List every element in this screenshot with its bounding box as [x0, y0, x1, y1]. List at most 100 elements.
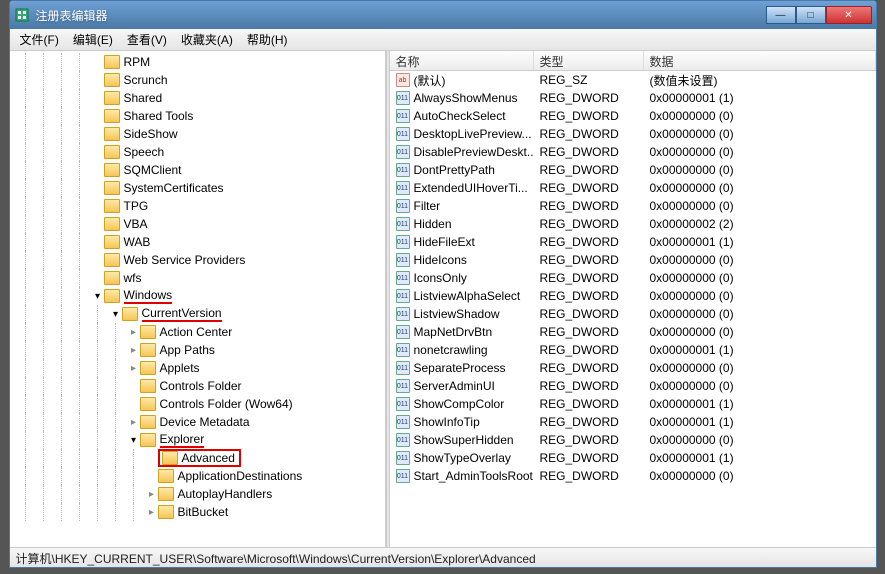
tree-label[interactable]: Controls Folder (Wow64) — [160, 397, 293, 411]
tree-node[interactable]: Scrunch — [12, 71, 385, 89]
value-row[interactable]: 011DontPrettyPathREG_DWORD0x00000000 (0) — [390, 161, 876, 179]
expand-icon[interactable]: ▸ — [128, 345, 140, 356]
value-row[interactable]: ab(默认)REG_SZ(数值未设置) — [390, 71, 876, 89]
tree-node[interactable]: ▸ Applets — [12, 359, 385, 377]
tree-label[interactable]: SQMClient — [124, 163, 182, 177]
tree-node[interactable]: ApplicationDestinations — [12, 467, 385, 485]
tree-node[interactable]: ▸ App Paths — [12, 341, 385, 359]
value-row[interactable]: 011MapNetDrvBtnREG_DWORD0x00000000 (0) — [390, 323, 876, 341]
tree-label[interactable]: Scrunch — [124, 73, 168, 87]
tree-node[interactable]: Controls Folder — [12, 377, 385, 395]
tree-label[interactable]: AutoplayHandlers — [178, 487, 273, 501]
tree-panel[interactable]: RPM Scrunch Shared Shared Tools SideShow Spee… — [10, 51, 386, 547]
minimize-button[interactable]: — — [766, 6, 796, 24]
value-row[interactable]: 011ShowSuperHiddenREG_DWORD0x00000000 (0… — [390, 431, 876, 449]
value-row[interactable]: 011HideFileExtREG_DWORD0x00000001 (1) — [390, 233, 876, 251]
folder-icon — [104, 73, 120, 87]
header-type[interactable]: 类型 — [534, 51, 644, 70]
tree-label[interactable]: Shared — [124, 91, 163, 105]
tree-label[interactable]: VBA — [124, 217, 148, 231]
expand-icon[interactable]: ▸ — [146, 507, 158, 518]
values-list[interactable]: 名称 类型 数据 ab(默认)REG_SZ(数值未设置)011AlwaysSho… — [390, 51, 876, 547]
tree-label[interactable]: SideShow — [124, 127, 178, 141]
expand-icon[interactable]: ▸ — [128, 327, 140, 338]
tree-node[interactable]: VBA — [12, 215, 385, 233]
value-row[interactable]: 011Start_AdminToolsRootREG_DWORD0x000000… — [390, 467, 876, 485]
maximize-button[interactable]: □ — [796, 6, 826, 24]
tree-node[interactable]: Shared Tools — [12, 107, 385, 125]
value-row[interactable]: 011nonetcrawlingREG_DWORD0x00000001 (1) — [390, 341, 876, 359]
menu-view[interactable]: 查看(V) — [121, 29, 173, 50]
tree-node[interactable]: ▾ Windows — [12, 287, 385, 305]
tree-label[interactable]: SystemCertificates — [124, 181, 224, 195]
tree-label[interactable]: RPM — [124, 55, 151, 69]
expand-icon[interactable]: ▸ — [146, 489, 158, 500]
tree-node[interactable]: WAB — [12, 233, 385, 251]
titlebar[interactable]: 注册表编辑器 — □ ✕ — [10, 1, 876, 29]
tree-node[interactable]: SideShow — [12, 125, 385, 143]
tree-label[interactable]: Explorer — [160, 432, 205, 448]
menu-edit[interactable]: 编辑(E) — [67, 29, 119, 50]
tree-node[interactable]: Shared — [12, 89, 385, 107]
tree-node[interactable]: ▸ Device Metadata — [12, 413, 385, 431]
value-row[interactable]: 011HiddenREG_DWORD0x00000002 (2) — [390, 215, 876, 233]
tree-node[interactable]: RPM — [12, 53, 385, 71]
tree-node[interactable]: TPG — [12, 197, 385, 215]
value-row[interactable]: 011ListviewShadowREG_DWORD0x00000000 (0) — [390, 305, 876, 323]
tree-label[interactable]: Advanced — [182, 451, 235, 465]
tree-label[interactable]: Web Service Providers — [124, 253, 246, 267]
collapse-icon[interactable]: ▾ — [128, 435, 140, 446]
value-row[interactable]: 011IconsOnlyREG_DWORD0x00000000 (0) — [390, 269, 876, 287]
value-row[interactable]: 011ShowTypeOverlayREG_DWORD0x00000001 (1… — [390, 449, 876, 467]
tree-label[interactable]: Speech — [124, 145, 165, 159]
value-row[interactable]: 011HideIconsREG_DWORD0x00000000 (0) — [390, 251, 876, 269]
value-row[interactable]: 011DesktopLivePreview...REG_DWORD0x00000… — [390, 125, 876, 143]
collapse-icon[interactable]: ▾ — [92, 291, 104, 302]
tree-label[interactable]: wfs — [124, 271, 142, 285]
value-row[interactable]: 011ShowInfoTipREG_DWORD0x00000001 (1) — [390, 413, 876, 431]
tree-node[interactable]: Advanced — [12, 449, 385, 467]
tree-label[interactable]: CurrentVersion — [142, 306, 222, 322]
value-row[interactable]: 011ShowCompColorREG_DWORD0x00000001 (1) — [390, 395, 876, 413]
tree-node[interactable]: ▾ CurrentVersion — [12, 305, 385, 323]
tree-node[interactable]: Controls Folder (Wow64) — [12, 395, 385, 413]
header-name[interactable]: 名称 — [390, 51, 534, 70]
collapse-icon[interactable]: ▾ — [110, 309, 122, 320]
tree-node[interactable]: SQMClient — [12, 161, 385, 179]
tree-node[interactable]: ▸ BitBucket — [12, 503, 385, 521]
tree-node[interactable]: ▸ AutoplayHandlers — [12, 485, 385, 503]
tree-label[interactable]: BitBucket — [178, 505, 229, 519]
splitter[interactable] — [386, 51, 390, 547]
tree-label[interactable]: TPG — [124, 199, 149, 213]
menu-file[interactable]: 文件(F) — [14, 29, 65, 50]
tree-node[interactable]: wfs — [12, 269, 385, 287]
tree-label[interactable]: Shared Tools — [124, 109, 194, 123]
value-row[interactable]: 011FilterREG_DWORD0x00000000 (0) — [390, 197, 876, 215]
value-row[interactable]: 011SeparateProcessREG_DWORD0x00000000 (0… — [390, 359, 876, 377]
menu-help[interactable]: 帮助(H) — [241, 29, 294, 50]
tree-label[interactable]: App Paths — [160, 343, 215, 357]
close-button[interactable]: ✕ — [826, 6, 872, 24]
expand-icon[interactable]: ▸ — [128, 363, 140, 374]
tree-node[interactable]: SystemCertificates — [12, 179, 385, 197]
header-data[interactable]: 数据 — [644, 51, 876, 70]
tree-label[interactable]: Action Center — [160, 325, 233, 339]
menu-favorites[interactable]: 收藏夹(A) — [175, 29, 239, 50]
tree-node[interactable]: Web Service Providers — [12, 251, 385, 269]
value-row[interactable]: 011ServerAdminUIREG_DWORD0x00000000 (0) — [390, 377, 876, 395]
value-row[interactable]: 011ListviewAlphaSelectREG_DWORD0x0000000… — [390, 287, 876, 305]
tree-label[interactable]: WAB — [124, 235, 151, 249]
tree-label[interactable]: Device Metadata — [160, 415, 250, 429]
tree-label[interactable]: Windows — [124, 288, 173, 304]
value-row[interactable]: 011AutoCheckSelectREG_DWORD0x00000000 (0… — [390, 107, 876, 125]
value-row[interactable]: 011AlwaysShowMenusREG_DWORD0x00000001 (1… — [390, 89, 876, 107]
tree-label[interactable]: Applets — [160, 361, 200, 375]
tree-label[interactable]: Controls Folder — [160, 379, 242, 393]
tree-node[interactable]: ▾ Explorer — [12, 431, 385, 449]
expand-icon[interactable]: ▸ — [128, 417, 140, 428]
value-row[interactable]: 011ExtendedUIHoverTi...REG_DWORD0x000000… — [390, 179, 876, 197]
tree-node[interactable]: ▸ Action Center — [12, 323, 385, 341]
tree-node[interactable]: Speech — [12, 143, 385, 161]
tree-label[interactable]: ApplicationDestinations — [178, 469, 303, 483]
value-row[interactable]: 011DisablePreviewDeskt...REG_DWORD0x0000… — [390, 143, 876, 161]
